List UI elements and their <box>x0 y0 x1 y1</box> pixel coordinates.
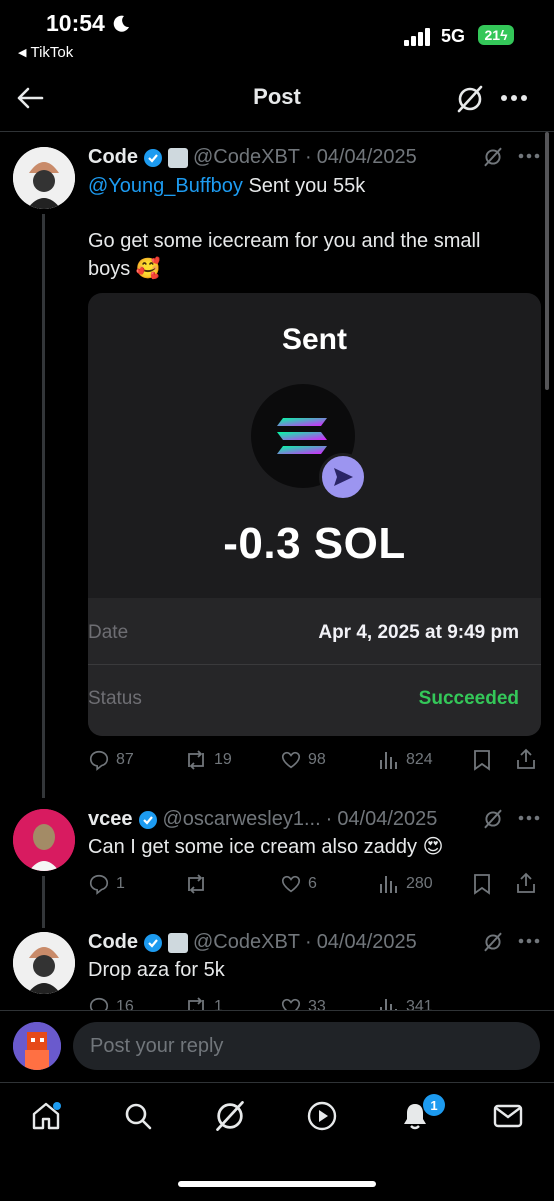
avatar[interactable] <box>13 809 75 871</box>
heart-icon <box>281 875 301 893</box>
more-options-icon[interactable] <box>518 815 540 821</box>
views-icon <box>380 876 397 893</box>
tweet-date[interactable]: 04/04/2025 <box>317 931 417 954</box>
more-options-icon[interactable] <box>518 938 540 944</box>
author-name[interactable]: vcee <box>88 808 133 831</box>
tweet-header: Code @CodeXBT · 04/04/2025 <box>88 146 417 169</box>
transaction-amount: -0.3 SOL <box>223 519 406 568</box>
author-handle[interactable]: @oscarwesley1... <box>163 808 321 831</box>
network-type: 5G <box>441 26 466 46</box>
details-divider <box>88 664 541 665</box>
author-handle[interactable]: @CodeXBT <box>193 146 300 169</box>
tweet-text-line2: Go get some icecream for you and the sma… <box>88 230 481 280</box>
tweet-header: Code @CodeXBT · 04/04/2025 <box>88 931 417 954</box>
notifications-badge: 1 <box>423 1094 445 1116</box>
video-icon[interactable] <box>306 1100 338 1132</box>
search-icon[interactable] <box>122 1100 154 1132</box>
heart-icon <box>281 751 301 769</box>
my-avatar[interactable] <box>13 1022 61 1070</box>
status-time: 10:54 <box>46 10 131 37</box>
grok-icon[interactable] <box>482 931 504 953</box>
share-icon[interactable] <box>515 748 537 770</box>
tweet-date[interactable]: 04/04/2025 <box>317 146 417 169</box>
reply-action[interactable]: 87 <box>88 749 134 771</box>
reply-action[interactable]: 1 <box>88 873 125 895</box>
grok-tab-icon[interactable] <box>213 1099 247 1133</box>
avatar-illustration <box>13 932 75 994</box>
affiliate-badge-icon <box>168 147 188 168</box>
signal-icon <box>404 28 430 46</box>
battery-indicator: 21 ϟ <box>478 25 514 45</box>
meta-separator: · <box>325 808 333 830</box>
status-label: Status <box>88 688 142 709</box>
messages-icon[interactable] <box>492 1101 524 1131</box>
home-indicator[interactable] <box>178 1181 376 1187</box>
verified-badge-icon <box>144 933 162 952</box>
tweet-text: @Young_Buffboy Sent you 55k <box>88 175 366 197</box>
avatar-illustration <box>13 809 75 871</box>
like-action[interactable]: 98 <box>280 749 326 771</box>
share-icon[interactable] <box>515 872 537 894</box>
transaction-card[interactable]: Sent -0.3 SOL Date Apr 4, 2025 at 9:49 p… <box>88 293 541 736</box>
thread-line <box>42 214 45 798</box>
affiliate-badge-icon <box>168 932 188 953</box>
grok-icon[interactable] <box>482 808 504 830</box>
bookmark-icon[interactable] <box>472 749 492 771</box>
header-divider <box>0 131 554 132</box>
verified-badge-icon <box>138 810 157 829</box>
reply-placeholder: Post your reply <box>90 1035 224 1057</box>
scrollbar[interactable] <box>545 132 549 390</box>
charging-icon: ϟ <box>500 27 508 43</box>
reply-icon <box>89 874 109 895</box>
tweet-text: Drop aza for 5k <box>88 959 225 981</box>
avatar[interactable] <box>13 147 75 209</box>
send-arrow-icon <box>334 468 353 486</box>
repost-action[interactable] <box>184 873 214 895</box>
tweet-text: Can I get some ice cream also zaddy 😍 <box>88 836 444 858</box>
status-value: Succeeded <box>418 688 519 709</box>
back-triangle-icon: ◀ <box>18 47 27 59</box>
verified-badge-icon <box>144 148 162 167</box>
avatar[interactable] <box>13 932 75 994</box>
repost-icon <box>188 750 204 770</box>
views-icon <box>380 752 397 769</box>
card-title: Sent <box>281 323 347 356</box>
more-options-icon[interactable] <box>500 94 528 102</box>
like-action[interactable]: 6 <box>280 873 317 895</box>
send-badge <box>319 453 367 501</box>
reply-icon <box>89 750 109 771</box>
thread-line <box>42 876 45 928</box>
home-icon[interactable] <box>30 1100 62 1132</box>
avatar-illustration <box>13 147 75 209</box>
meta-separator: · <box>305 146 312 168</box>
grok-icon[interactable] <box>482 146 504 168</box>
repost-action[interactable]: 19 <box>184 749 232 771</box>
avatar-illustration <box>13 1022 61 1070</box>
more-options-icon[interactable] <box>518 153 540 159</box>
views-action[interactable]: 824 <box>378 749 433 771</box>
transaction-details: Date Apr 4, 2025 at 9:49 pm Status Succe… <box>88 598 541 736</box>
repost-icon <box>188 874 204 894</box>
views-action[interactable]: 280 <box>378 873 433 895</box>
author-handle[interactable]: @CodeXBT <box>193 931 300 954</box>
author-name[interactable]: Code <box>88 146 138 169</box>
back-to-app-link[interactable]: ◀ TikTok <box>18 44 73 61</box>
grok-icon[interactable] <box>455 84 485 114</box>
mention-link[interactable]: @Young_Buffboy <box>88 175 243 197</box>
date-value: Apr 4, 2025 at 9:49 pm <box>318 622 519 643</box>
tweet-date[interactable]: 04/04/2025 <box>337 808 437 831</box>
author-name[interactable]: Code <box>88 931 138 954</box>
date-label: Date <box>88 622 129 643</box>
moon-icon <box>113 15 129 32</box>
bookmark-icon[interactable] <box>472 873 492 895</box>
tweet-header: vcee @oscarwesley1... · 04/04/2025 <box>88 808 437 831</box>
meta-separator: · <box>305 931 312 953</box>
